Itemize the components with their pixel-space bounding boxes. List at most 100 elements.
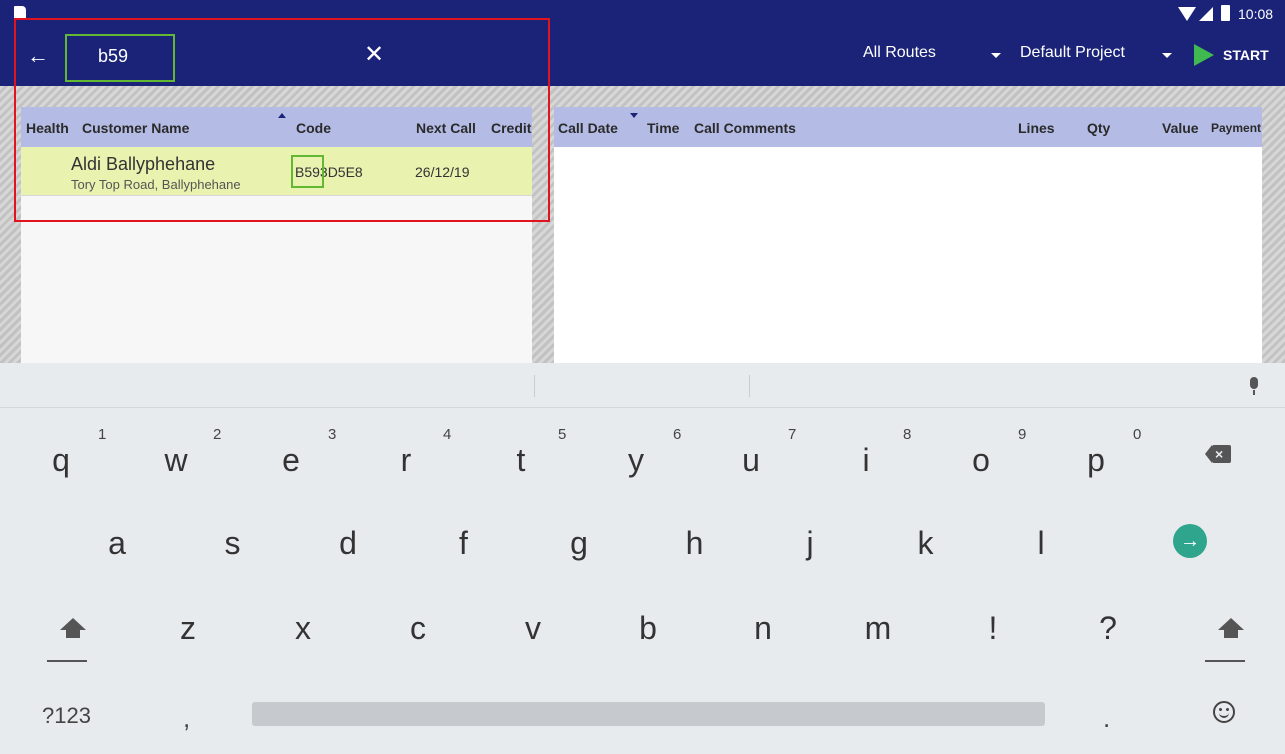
column-header-next-call[interactable]: Next Call <box>416 120 476 136</box>
chevron-down-icon <box>1162 53 1172 58</box>
status-bar: 10:08 <box>0 0 1285 27</box>
customer-name: Aldi Ballyphehane <box>71 154 216 174</box>
key-number-hint: 9 <box>1018 426 1027 443</box>
shift-icon[interactable] <box>1205 618 1255 678</box>
column-header-health[interactable]: Health <box>26 120 69 136</box>
key-w[interactable]: w2 <box>121 418 231 498</box>
key-s[interactable]: s <box>178 503 288 583</box>
key-u[interactable]: u7 <box>696 418 806 498</box>
customer-table-header: Health Customer Name Code Next Call Cred… <box>21 107 532 147</box>
battery-icon <box>1221 5 1230 21</box>
close-icon[interactable]: ✕ <box>360 41 388 71</box>
key-number-hint: 1 <box>98 426 107 443</box>
key-l[interactable]: l <box>986 503 1096 583</box>
key-letter: r <box>400 442 412 478</box>
column-header-customer-name[interactable]: Customer Name <box>82 120 189 136</box>
customer-code: B593D5E8 <box>295 164 363 180</box>
sort-ascending-icon <box>278 113 286 118</box>
column-header-code[interactable]: Code <box>296 120 331 136</box>
key-number-hint: 7 <box>788 426 797 443</box>
customer-address: Tory Top Road, Ballyphehane <box>71 177 241 192</box>
key-i[interactable]: i8 <box>811 418 921 498</box>
key-number-hint: 0 <box>1133 426 1142 443</box>
spacebar[interactable] <box>252 702 1045 726</box>
column-header-time[interactable]: Time <box>647 120 679 136</box>
key-r[interactable]: r4 <box>351 418 461 498</box>
key-letter: i <box>862 442 870 478</box>
key-a[interactable]: a <box>62 503 172 583</box>
key-j[interactable]: j <box>755 503 865 583</box>
microphone-icon[interactable] <box>1247 377 1261 397</box>
back-arrow-icon[interactable]: ← <box>24 43 52 71</box>
suggestion-strip <box>0 363 1285 408</box>
column-header-payment[interactable]: Payment <box>1211 121 1261 135</box>
signal-icon <box>1199 7 1213 21</box>
column-header-qty[interactable]: Qty <box>1087 120 1110 136</box>
key-exclamation[interactable]: ! <box>938 588 1048 668</box>
project-label: Default Project <box>1020 44 1125 61</box>
column-header-lines[interactable]: Lines <box>1018 120 1055 136</box>
search-input[interactable] <box>70 37 340 75</box>
key-number-hint: 6 <box>673 426 682 443</box>
key-number-hint: 2 <box>213 426 222 443</box>
customer-table: Health Customer Name Code Next Call Cred… <box>21 107 532 367</box>
key-letter: u <box>742 442 760 478</box>
key-question[interactable]: ? <box>1053 588 1163 668</box>
key-letter: y <box>628 442 644 478</box>
key-k[interactable]: k <box>871 503 981 583</box>
key-h[interactable]: h <box>640 503 750 583</box>
key-letter: o <box>972 442 990 478</box>
key-q[interactable]: q1 <box>6 418 116 498</box>
play-icon <box>1194 44 1214 66</box>
key-number-hint: 5 <box>558 426 567 443</box>
key-t[interactable]: t5 <box>466 418 576 498</box>
table-row[interactable]: Aldi Ballyphehane Tory Top Road, Ballyph… <box>21 147 532 196</box>
column-header-credit[interactable]: Credit <box>491 120 531 136</box>
key-c[interactable]: c <box>363 588 473 668</box>
key-v[interactable]: v <box>478 588 588 668</box>
symbols-key[interactable]: ?123 <box>42 703 91 729</box>
key-y[interactable]: y6 <box>581 418 691 498</box>
key-letter: w <box>164 442 188 478</box>
key-e[interactable]: e3 <box>236 418 346 498</box>
period-key[interactable]: . <box>1103 703 1110 734</box>
status-time: 10:08 <box>1238 6 1274 22</box>
column-header-value[interactable]: Value <box>1162 120 1199 136</box>
column-header-call-comments[interactable]: Call Comments <box>694 120 796 136</box>
key-m[interactable]: m <box>823 588 933 668</box>
suggestion-divider <box>534 375 535 397</box>
call-history-table: Call Date Time Call Comments Lines Qty V… <box>554 107 1262 367</box>
enter-arrow-icon[interactable]: → <box>1173 524 1207 558</box>
key-number-hint: 8 <box>903 426 912 443</box>
key-b[interactable]: b <box>593 588 703 668</box>
key-d[interactable]: d <box>293 503 403 583</box>
key-z[interactable]: z <box>133 588 243 668</box>
key-x[interactable]: x <box>248 588 358 668</box>
app-toolbar: ← ✕ All Routes Default Project START <box>0 27 1285 86</box>
key-o[interactable]: o9 <box>926 418 1036 498</box>
soft-keyboard: q1w2e3r4t5y6u7i8o9p0 asdfghjkl z x c v b n m!?… <box>0 363 1285 754</box>
call-table-header: Call Date Time Call Comments Lines Qty V… <box>554 107 1262 147</box>
wifi-icon <box>1178 7 1196 21</box>
key-letter: q <box>52 442 70 478</box>
sd-card-icon <box>14 6 26 20</box>
project-dropdown[interactable]: Default Project <box>1020 44 1172 70</box>
key-g[interactable]: g <box>524 503 634 583</box>
sort-descending-icon <box>630 113 638 118</box>
next-call-date: 26/12/19 <box>415 164 470 180</box>
key-letter: t <box>516 442 526 478</box>
routes-label: All Routes <box>863 44 936 61</box>
key-n[interactable]: n <box>708 588 818 668</box>
key-number-hint: 4 <box>443 426 452 443</box>
key-p[interactable]: p0 <box>1041 418 1151 498</box>
chevron-down-icon <box>991 53 1001 58</box>
emoji-icon[interactable] <box>1213 701 1235 723</box>
key-letter: p <box>1087 442 1105 478</box>
column-header-call-date[interactable]: Call Date <box>558 120 618 136</box>
key-f[interactable]: f <box>409 503 519 583</box>
comma-key[interactable]: , <box>183 703 190 734</box>
suggestion-divider <box>749 375 750 397</box>
shift-icon[interactable] <box>47 618 97 678</box>
backspace-icon[interactable]: × <box>1205 445 1231 463</box>
routes-dropdown[interactable]: All Routes <box>863 44 1003 70</box>
